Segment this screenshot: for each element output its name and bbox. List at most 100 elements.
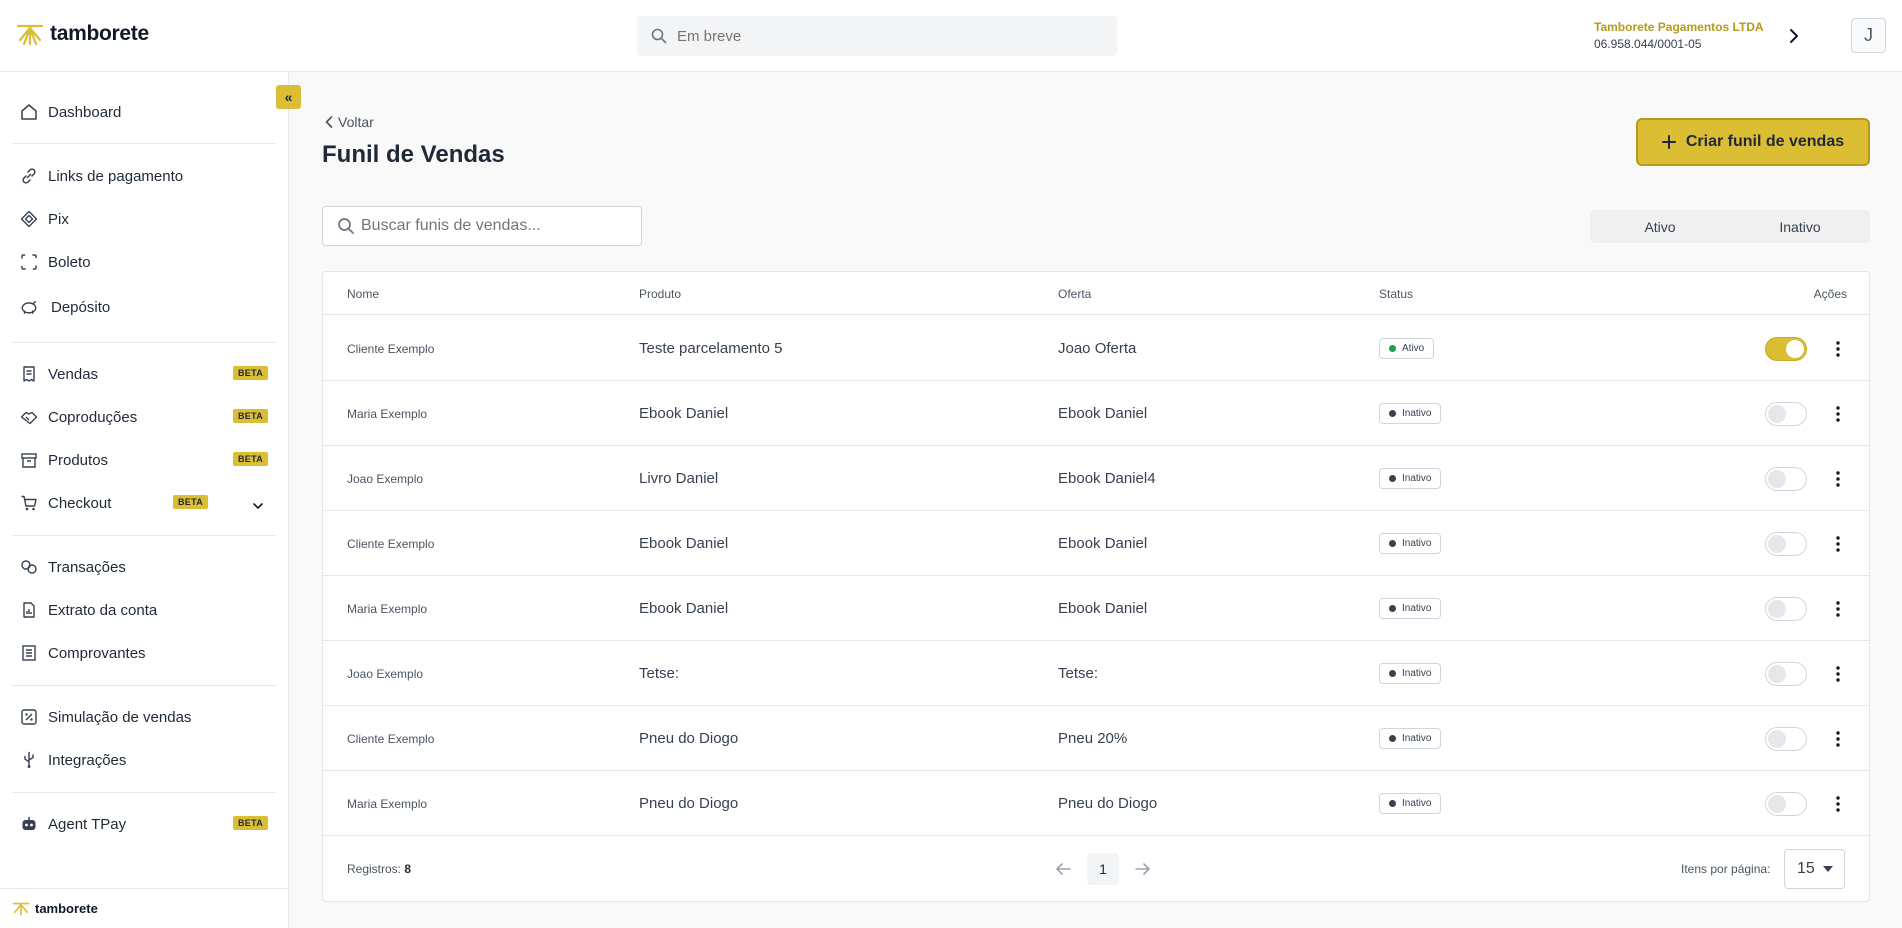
company-name: Tamborete Pagamentos LTDA [1594,20,1764,34]
cell-toggle [1765,771,1807,836]
sidebar-item-dashboard[interactable]: Dashboard [20,97,270,127]
sidebar-item-comprovantes[interactable]: Comprovantes [20,638,270,668]
table-row: Maria Exemplo Pneu do Diogo Pneu do Diogo I… [323,771,1869,836]
more-vertical-icon[interactable] [1828,771,1848,836]
receipts-icon [20,644,38,662]
sidebar-divider [12,342,276,343]
cell-toggle [1765,576,1807,641]
more-vertical-icon[interactable] [1828,446,1848,511]
sidebar-item-produtos[interactable]: Produtos BETA [20,445,270,475]
robot-icon [20,815,38,833]
items-per-page-label: Itens por página: [1681,862,1771,876]
table-row: Joao Exemplo Tetse: Tetse: Inativo [323,641,1869,706]
page-title: Funil de Vendas [322,141,505,168]
sidebar-item-vendas[interactable]: Vendas BETA [20,359,270,389]
items-per-page-select[interactable]: 15 [1784,849,1845,889]
cell-oferta: Joao Oferta [1058,340,1137,357]
sidebar-item-label: Depósito [51,298,111,316]
barcode-icon [20,253,38,271]
page-number[interactable]: 1 [1087,853,1119,885]
link-icon [20,167,38,185]
status-toggle[interactable] [1765,531,1807,556]
chevron-right-icon[interactable] [1784,24,1804,48]
status-badge: Inativo [1379,663,1442,684]
status-toggle[interactable] [1765,466,1807,491]
cell-toggle [1765,641,1807,706]
status-filter: Ativo Inativo [1590,210,1870,243]
records-label: Registros: [347,862,402,876]
back-link[interactable]: Voltar [325,114,374,130]
sidebar-item-label: Simulação de vendas [48,708,192,726]
sidebar-item-deposito[interactable]: Depósito [20,292,270,322]
cell-nome: Maria Exemplo [347,796,428,811]
sidebar-item-checkout[interactable]: Checkout BETA [20,488,270,518]
status-toggle[interactable] [1765,726,1807,751]
company-selector[interactable]: Tamborete Pagamentos LTDA 06.958.044/000… [1594,20,1764,51]
cell-status: Inativo [1379,381,1442,446]
cell-produto: Pneu do Diogo [639,795,739,812]
status-toggle[interactable] [1765,791,1807,816]
sidebar-item-agent-tpay[interactable]: Agent TPay BETA [20,809,270,839]
funnel-search[interactable] [322,206,642,246]
status-toggle[interactable] [1765,596,1807,621]
avatar[interactable]: J [1851,18,1886,53]
chevron-down-icon[interactable] [253,497,263,514]
table-row: Cliente Exemplo Ebook Daniel Ebook Daniel I… [323,511,1869,576]
sidebar-item-links-de-pagamento[interactable]: Links de pagamento [20,161,270,191]
global-search[interactable] [637,16,1117,56]
more-vertical-icon[interactable] [1828,641,1848,706]
filter-ativo[interactable]: Ativo [1590,210,1730,243]
search-icon [651,28,667,44]
sidebar-item-boleto[interactable]: Boleto [20,247,270,277]
more-vertical-icon[interactable] [1828,706,1848,771]
status-label: Inativo [1402,408,1432,419]
status-badge: Inativo [1379,533,1442,554]
arrow-right-icon[interactable] [1129,853,1157,885]
cell-toggle [1765,381,1807,446]
global-search-input[interactable] [677,27,1077,45]
status-toggle[interactable] [1765,401,1807,426]
pagination: 1 [1049,853,1157,885]
status-toggle[interactable] [1765,336,1807,361]
collapse-sidebar-button[interactable]: « [276,85,301,109]
sidebar-item-label: Extrato da conta [48,601,158,619]
footer-brand-name: tamborete [35,901,98,916]
cell-oferta: Tetse: [1058,665,1099,682]
cell-produto: Ebook Daniel [639,405,729,422]
percent-icon [20,708,38,726]
cell-produto: Ebook Daniel [639,600,729,617]
sidebar-item-pix[interactable]: Pix [20,204,270,234]
sidebar-item-coproducoes[interactable]: Coproduções BETA [20,402,270,432]
funnel-search-input[interactable] [361,217,631,235]
home-icon [20,103,38,121]
sidebar-item-label: Agent TPay [48,815,127,833]
more-vertical-icon[interactable] [1828,316,1848,381]
status-badge: Ativo [1379,338,1435,359]
cell-toggle [1765,446,1807,511]
sidebar-item-transacoes[interactable]: Transações [20,552,270,582]
sidebar-item-simulacao-de-vendas[interactable]: Simulação de vendas [20,702,270,732]
sidebar-item-integracoes[interactable]: Integrações [20,745,270,775]
cell-oferta: Pneu do Diogo [1058,795,1158,812]
arrow-left-icon[interactable] [1049,853,1077,885]
toggle-knob [1768,729,1786,748]
brand-logo[interactable]: tamborete [16,22,149,46]
more-vertical-icon[interactable] [1828,576,1848,641]
sidebar-item-label: Produtos [48,451,109,469]
create-funnel-button[interactable]: Criar funil de vendas [1636,118,1870,166]
cell-toggle [1765,511,1807,576]
table-row: Joao Exemplo Livro Daniel Ebook Daniel4 Ina… [323,446,1869,511]
toggle-knob [1768,404,1786,423]
status-toggle[interactable] [1765,661,1807,686]
status-dot [1389,475,1396,482]
beta-badge: BETA [233,452,269,466]
toggle-knob [1768,599,1786,618]
plus-icon [1661,135,1676,149]
more-vertical-icon[interactable] [1828,381,1848,446]
sidebar-item-extrato-da-conta[interactable]: Extrato da conta [20,595,270,625]
status-dot [1389,345,1396,352]
column-header-produto: Produto [639,287,682,301]
cell-produto: Pneu do Diogo [639,730,739,747]
filter-inativo[interactable]: Inativo [1730,210,1870,243]
more-vertical-icon[interactable] [1828,511,1848,576]
